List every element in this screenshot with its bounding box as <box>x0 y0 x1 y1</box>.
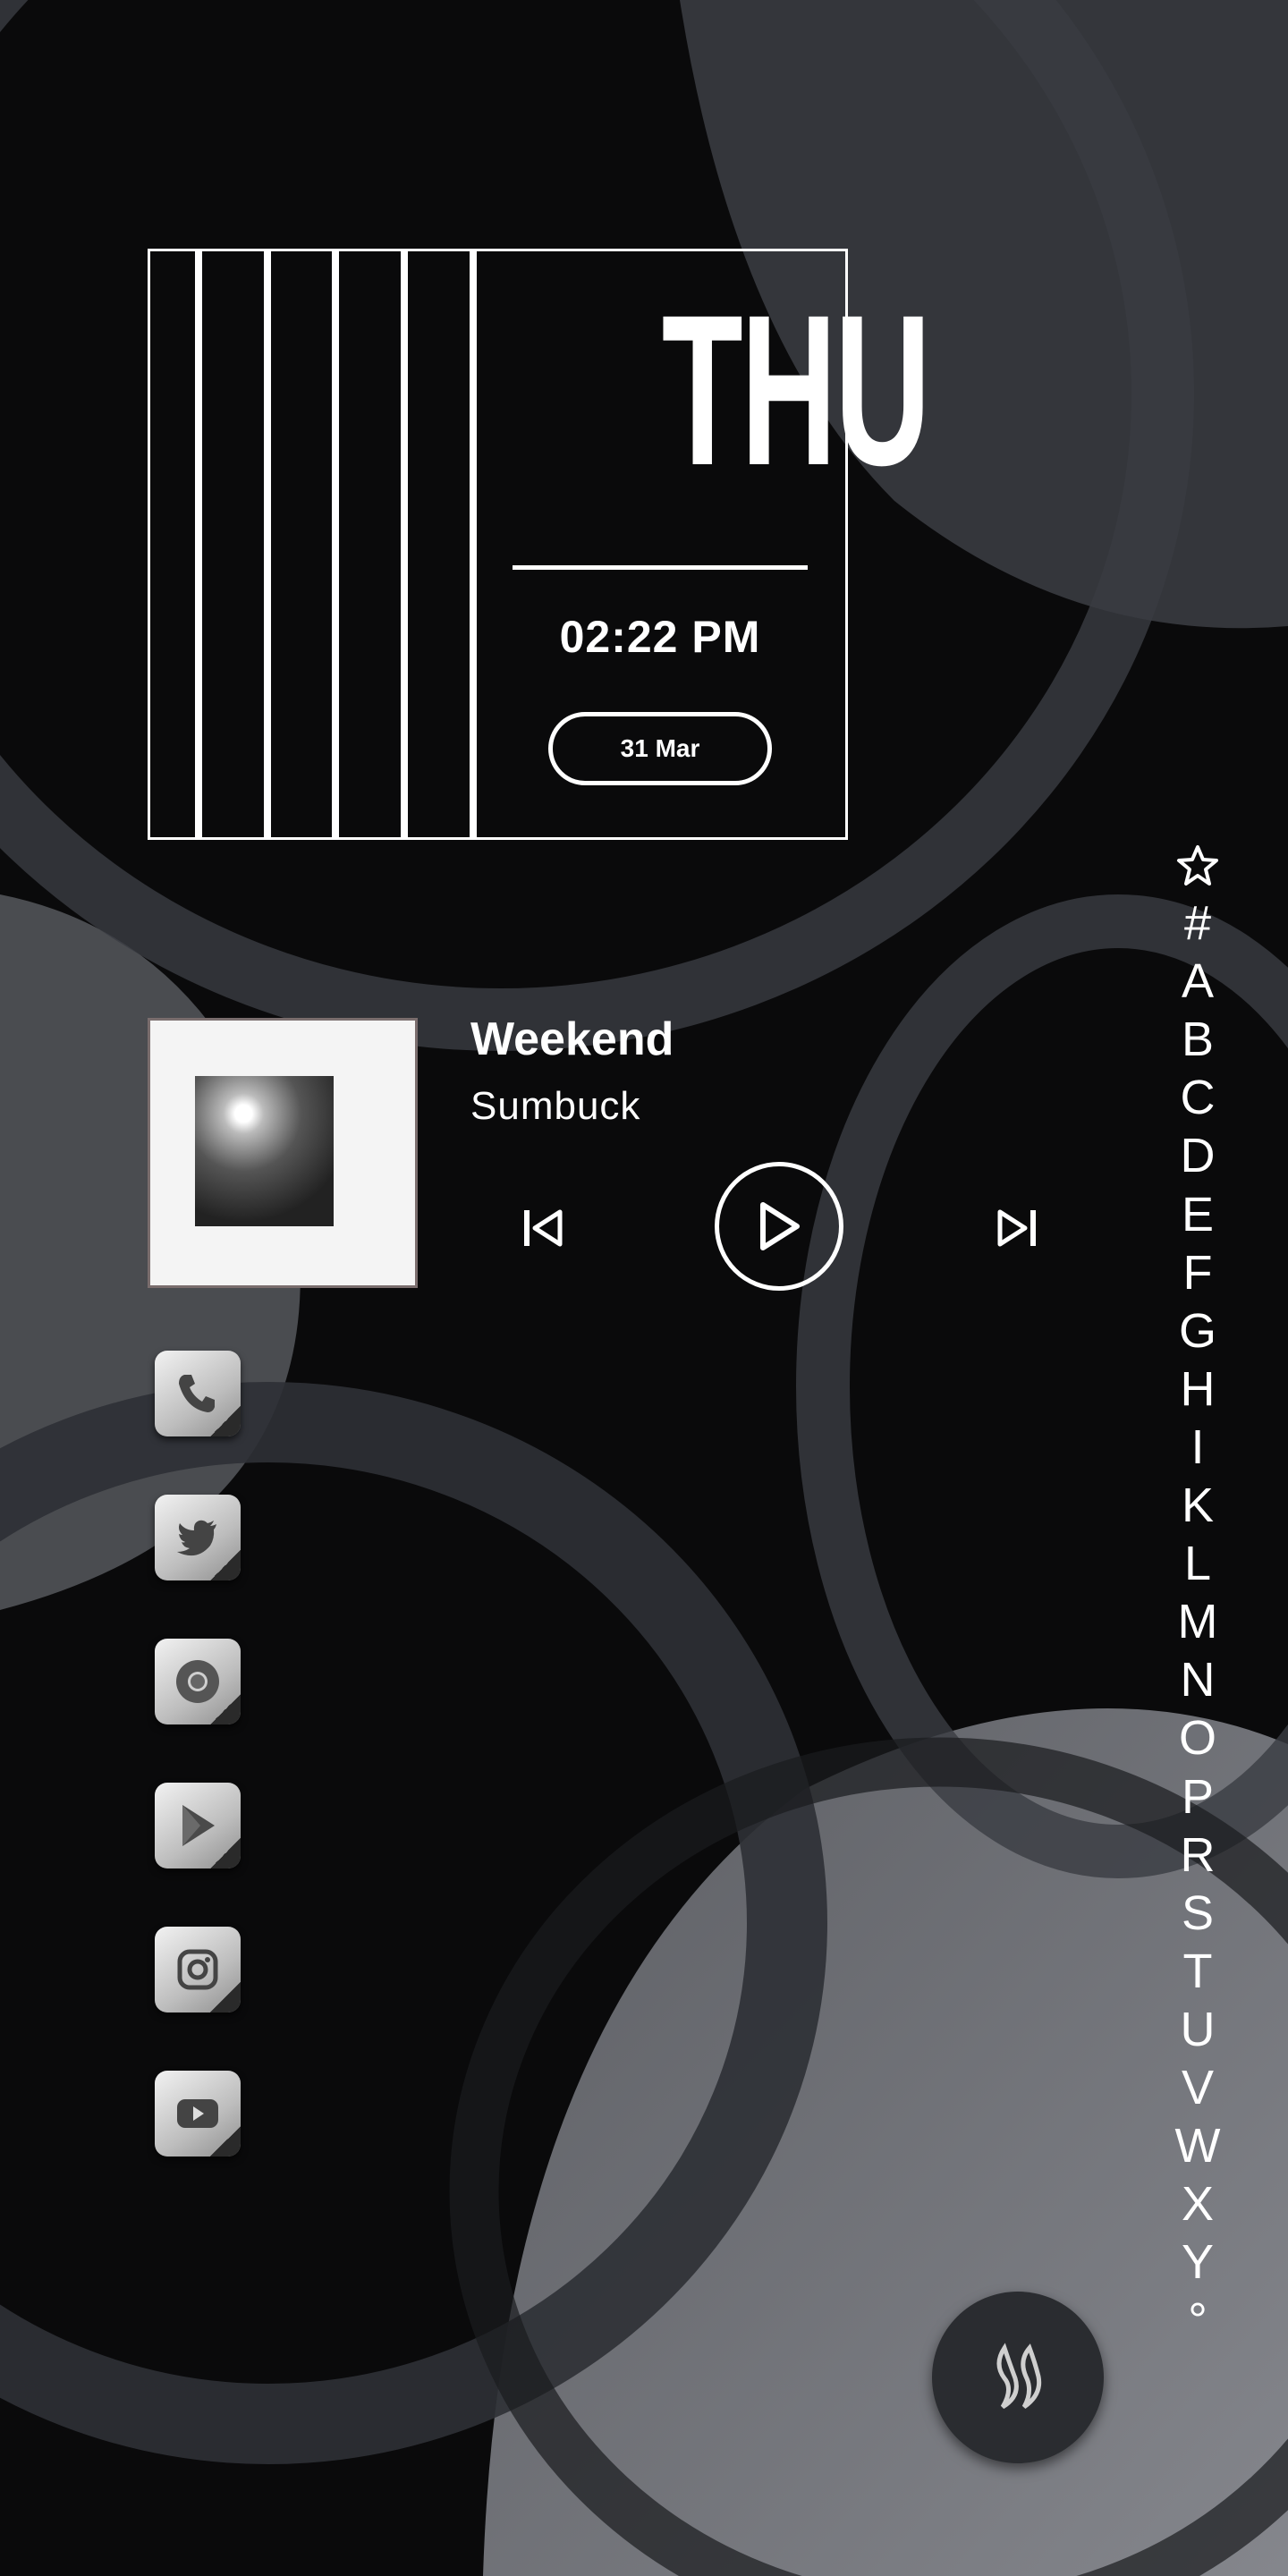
instagram-app[interactable] <box>155 1927 241 2012</box>
instagram-icon <box>177 1949 218 1990</box>
clock-stripe <box>401 251 408 837</box>
clock-widget[interactable]: THU 02:22 PM 31 Mar <box>148 249 931 840</box>
index-letter[interactable]: L <box>1166 1535 1229 1593</box>
album-photo <box>195 1076 334 1226</box>
clock-stripe <box>264 251 271 837</box>
index-letter[interactable]: B <box>1166 1011 1229 1069</box>
play-button[interactable] <box>715 1162 843 1291</box>
day-of-week: THU <box>661 270 931 510</box>
clock-stripe <box>470 251 477 837</box>
index-letter[interactable]: F <box>1166 1244 1229 1302</box>
skip-previous-icon <box>524 1209 563 1247</box>
clock-time: 02:22 PM <box>559 612 761 662</box>
twitter-app[interactable] <box>155 1495 241 1580</box>
song-artist: Sumbuck <box>470 1084 641 1128</box>
index-letter[interactable]: P <box>1166 1768 1229 1826</box>
skip-next-icon <box>997 1209 1036 1247</box>
index-letter[interactable]: I <box>1166 1419 1229 1477</box>
chrome-icon <box>176 1660 219 1703</box>
play-store-app[interactable] <box>155 1783 241 1868</box>
launcher-logo-icon <box>996 2343 1042 2410</box>
index-letter[interactable]: X <box>1166 2175 1229 2233</box>
twitter-icon <box>177 1520 216 1556</box>
chrome-app[interactable] <box>155 1639 241 1724</box>
index-letter[interactable]: K <box>1166 1477 1229 1535</box>
favorites-index[interactable] <box>1166 836 1229 894</box>
index-letter[interactable]: D <box>1166 1127 1229 1185</box>
phone-app[interactable] <box>155 1351 241 1436</box>
index-letter[interactable]: C <box>1166 1069 1229 1127</box>
next-track-button[interactable] <box>987 1204 1045 1252</box>
index-letter[interactable]: M <box>1166 1593 1229 1651</box>
play-store-icon <box>182 1805 215 1846</box>
phone-icon <box>179 1375 215 1412</box>
youtube-icon <box>177 2099 218 2128</box>
index-letter[interactable]: R <box>1166 1826 1229 1885</box>
index-letter[interactable]: E <box>1166 1186 1229 1244</box>
index-letter[interactable]: G <box>1166 1302 1229 1360</box>
star-icon <box>1177 844 1218 886</box>
date-pill[interactable]: 31 Mar <box>548 712 772 785</box>
index-letter[interactable]: S <box>1166 1885 1229 1943</box>
index-letter[interactable]: W <box>1166 2117 1229 2175</box>
index-letter[interactable]: H <box>1166 1360 1229 1419</box>
previous-track-button[interactable] <box>515 1204 572 1252</box>
youtube-app[interactable] <box>155 2071 241 2157</box>
launcher-button[interactable] <box>932 2292 1104 2463</box>
clock-stripe <box>332 251 339 837</box>
index-letter[interactable]: U <box>1166 2001 1229 2059</box>
index-letter[interactable]: # <box>1166 894 1229 953</box>
index-letter[interactable]: T <box>1166 1943 1229 2001</box>
alphabet-index[interactable]: # A B C D E F G H I K L M N O P R S T U V W X Y ° <box>1166 836 1229 2350</box>
clock-divider <box>513 565 808 570</box>
play-icon <box>760 1202 800 1250</box>
clock-stripe <box>195 251 202 837</box>
album-art[interactable] <box>148 1018 418 1288</box>
song-title: Weekend <box>470 1013 674 1065</box>
index-letter[interactable]: V <box>1166 2059 1229 2117</box>
index-letters: # A B C D E F G H I K L M N O P R S T U V W X Y ° <box>1166 894 1229 2350</box>
index-letter[interactable]: Y <box>1166 2233 1229 2292</box>
index-letter[interactable]: ° <box>1166 2292 1229 2350</box>
index-letter[interactable]: A <box>1166 953 1229 1011</box>
index-letter[interactable]: O <box>1166 1709 1229 1767</box>
index-letter[interactable]: N <box>1166 1651 1229 1709</box>
